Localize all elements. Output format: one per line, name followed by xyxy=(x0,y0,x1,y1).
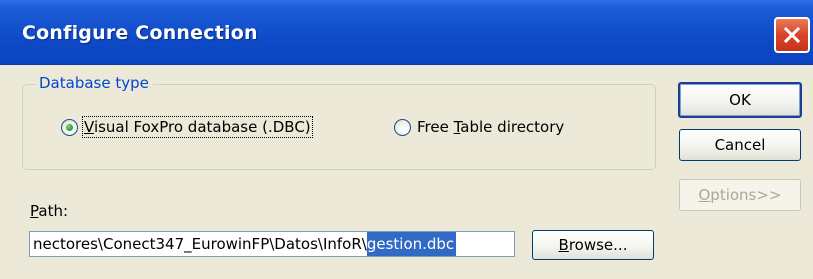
radio-visual-foxpro[interactable]: Visual FoxPro database (.DBC) xyxy=(61,116,313,138)
dialog-body: Database type Visual FoxPro database (.D… xyxy=(0,65,813,279)
cancel-button[interactable]: Cancel xyxy=(679,129,801,161)
close-icon xyxy=(783,26,801,44)
path-input[interactable]: nectores\Conect347_EurowinFP\Datos\InfoR… xyxy=(29,231,515,257)
radio-label-free-table: Free Table directory xyxy=(417,118,565,136)
path-value: nectores\Conect347_EurowinFP\Datos\InfoR… xyxy=(33,235,367,253)
options-button[interactable]: Options>> xyxy=(679,179,801,211)
path-value-selected: gestion.dbc xyxy=(366,232,457,256)
radio-label-visual-foxpro: Visual FoxPro database (.DBC) xyxy=(82,116,313,138)
radio-free-table[interactable]: Free Table directory xyxy=(394,118,564,136)
window-title: Configure Connection xyxy=(22,22,258,44)
browse-button[interactable]: Browse... xyxy=(532,230,654,260)
ok-button[interactable]: OK xyxy=(678,82,802,118)
close-button[interactable] xyxy=(774,17,810,53)
radio-button[interactable] xyxy=(394,118,411,136)
path-label: Path: xyxy=(30,202,69,220)
title-bar[interactable]: Configure Connection xyxy=(0,0,813,65)
group-legend: Database type xyxy=(35,74,153,92)
radio-selected-dot xyxy=(66,123,73,131)
database-type-group: Database type Visual FoxPro database (.D… xyxy=(22,74,656,170)
radio-button[interactable] xyxy=(61,118,78,136)
